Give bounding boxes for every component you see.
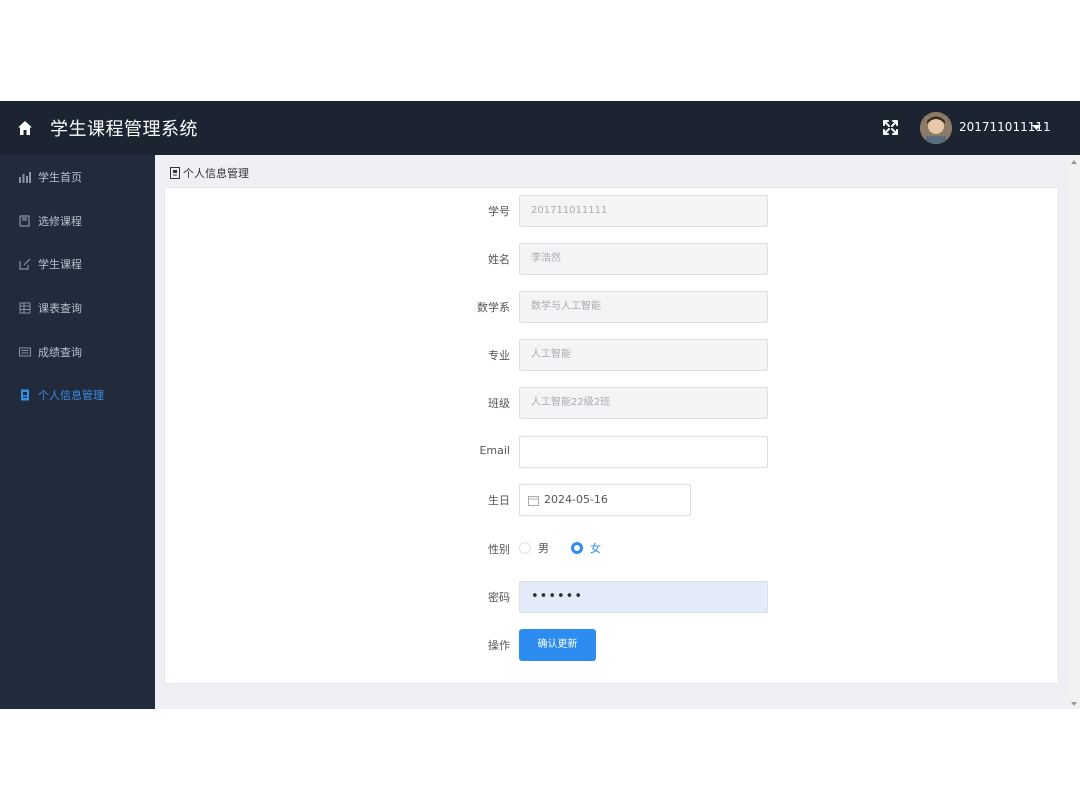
form-row-gender: 性别 男 女 <box>165 533 1060 565</box>
sidebar-item-grades[interactable]: 成绩查询 <box>0 332 155 372</box>
sidebar-item-label: 选修课程 <box>38 215 82 228</box>
password-field[interactable]: •••••• <box>519 581 768 613</box>
sidebar-item-label: 课表查询 <box>38 302 82 315</box>
department-field: 数学与人工智能 <box>519 291 768 323</box>
birthday-date-picker[interactable]: 2024-05-16 <box>519 484 691 516</box>
gender-male-radio[interactable] <box>519 542 531 554</box>
profile-icon <box>21 389 29 401</box>
email-label: Email <box>479 444 510 457</box>
sidebar-item-profile[interactable]: 个人信息管理 <box>0 375 155 415</box>
sidebar-item-courses[interactable]: 学生课程 <box>0 244 155 284</box>
home-icon[interactable] <box>16 119 34 137</box>
form-row-password: 密码 •••••• <box>165 581 1060 613</box>
class-label: 班级 <box>488 397 510 410</box>
calendar-icon <box>528 496 539 506</box>
sidebar-item-label: 学生首页 <box>38 171 82 184</box>
form-row-email: Email <box>165 436 1060 468</box>
form-row-class: 班级 人工智能22级2班 <box>165 387 1060 419</box>
profile-icon <box>170 167 180 179</box>
class-field: 人工智能22级2班 <box>519 387 768 419</box>
scroll-up-icon[interactable] <box>1071 160 1077 164</box>
email-field[interactable] <box>519 436 768 468</box>
major-field: 人工智能 <box>519 339 768 371</box>
scroll-down-icon[interactable] <box>1071 702 1077 706</box>
name-field: 李浩然 <box>519 243 768 275</box>
sidebar: 学生首页 选修课程 学生课程 课表查询 成绩查询 个人信息管理 <box>0 155 155 709</box>
sidebar-item-elective[interactable]: 选修课程 <box>0 201 155 241</box>
student-id-label: 学号 <box>488 205 510 218</box>
form-row-name: 姓名 李浩然 <box>165 243 1060 275</box>
birthday-label: 生日 <box>488 494 510 507</box>
form-row-birthday: 生日 2024-05-16 <box>165 484 1060 516</box>
sidebar-item-label: 成绩查询 <box>38 346 82 359</box>
edit-icon <box>19 258 31 270</box>
gender-label: 性别 <box>488 543 510 556</box>
bar-chart-icon <box>19 172 31 183</box>
caret-down-icon[interactable] <box>1032 123 1041 132</box>
department-label: 数学系 <box>477 301 510 314</box>
app-title: 学生课程管理系统 <box>50 119 198 140</box>
profile-form-card: 学号 201711011111 姓名 李浩然 数学系 数学与人工智能 专业 人工… <box>164 187 1059 684</box>
major-label: 专业 <box>488 349 510 362</box>
avatar[interactable] <box>920 112 952 144</box>
list-icon <box>19 347 31 357</box>
sidebar-item-label: 个人信息管理 <box>38 389 104 402</box>
sidebar-item-timetable[interactable]: 课表查询 <box>0 288 155 328</box>
name-label: 姓名 <box>488 253 510 266</box>
form-row-action: 操作 确认更新 <box>165 629 1060 661</box>
password-label: 密码 <box>488 591 510 604</box>
scrollbar[interactable] <box>1068 155 1080 709</box>
gender-male-label[interactable]: 男 <box>538 540 549 556</box>
sidebar-item-label: 学生课程 <box>38 258 82 271</box>
table-icon <box>19 302 31 314</box>
fullscreen-icon[interactable] <box>882 119 899 136</box>
sidebar-item-home[interactable]: 学生首页 <box>0 157 155 197</box>
confirm-update-button[interactable]: 确认更新 <box>519 629 596 661</box>
breadcrumb-text: 个人信息管理 <box>183 167 249 180</box>
book-icon <box>19 215 30 227</box>
top-navbar: 学生课程管理系统 201711011111 <box>0 101 1080 155</box>
form-row-student-id: 学号 201711011111 <box>165 195 1060 227</box>
birthday-value: 2024-05-16 <box>544 493 608 506</box>
app-window: 学生课程管理系统 201711011111 学生首页 选修课程 学生课程 课表查… <box>0 101 1080 709</box>
action-label: 操作 <box>488 639 510 652</box>
student-id-field: 201711011111 <box>519 195 768 227</box>
form-row-department: 数学系 数学与人工智能 <box>165 291 1060 323</box>
form-row-major: 专业 人工智能 <box>165 339 1060 371</box>
gender-female-radio[interactable] <box>571 542 583 554</box>
gender-female-label[interactable]: 女 <box>590 540 601 556</box>
